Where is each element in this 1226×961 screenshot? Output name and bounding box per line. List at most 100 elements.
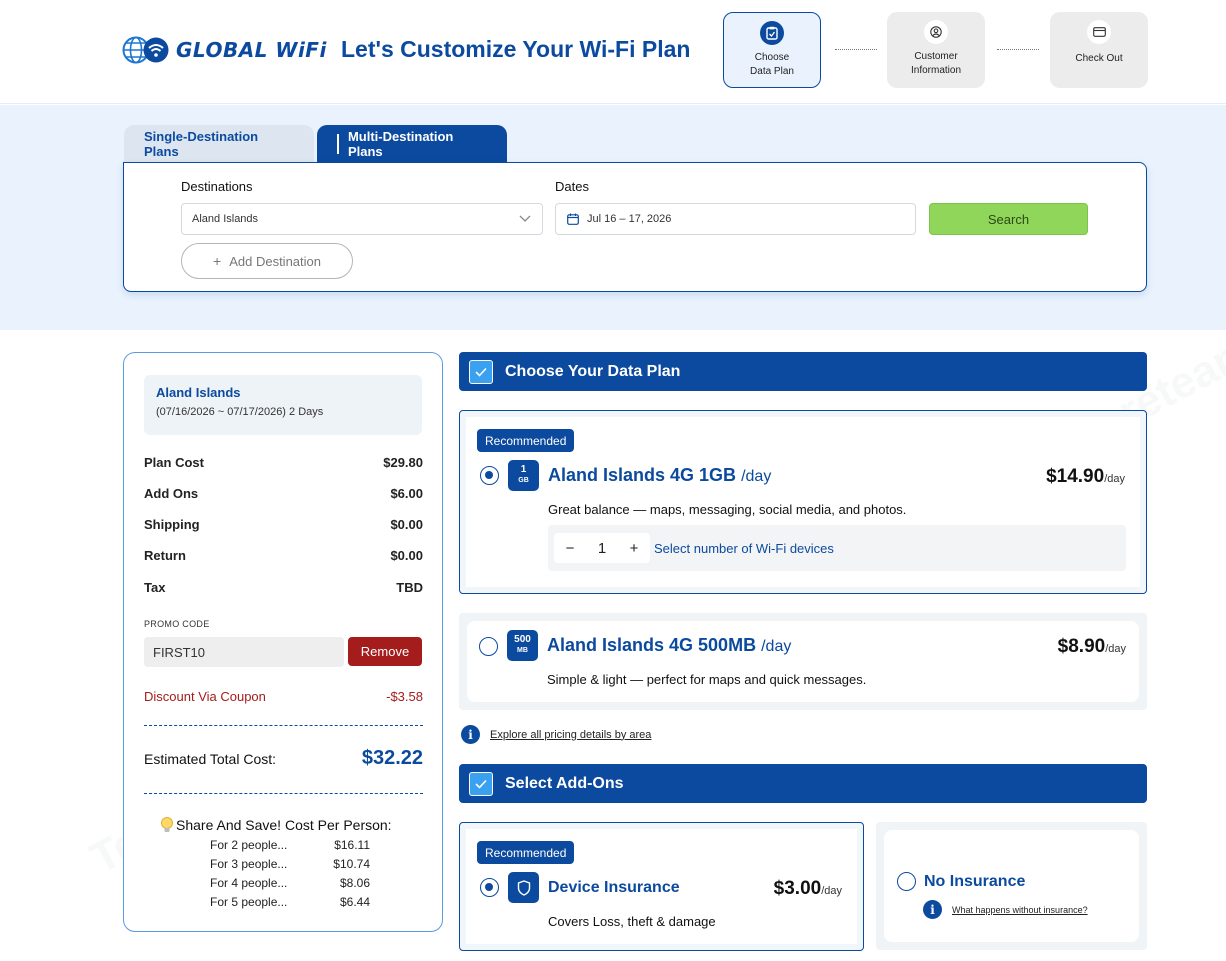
divider — [144, 793, 423, 794]
plus-icon: + — [213, 253, 222, 269]
destination-select[interactable]: Aland Islands — [181, 203, 543, 235]
tab-label: Multi-Destination Plans — [347, 128, 454, 159]
addon-radio[interactable] — [480, 878, 499, 897]
share-row-label: For 4 people... — [210, 876, 288, 890]
share-row-value: $8.06 — [339, 876, 370, 890]
plan-card-500mb[interactable]: 500 MB Aland Islands 4G 500MB /day $8.90/… — [459, 613, 1147, 710]
addon-price-value: $3.00 — [773, 878, 822, 899]
search-panel: Destinations Aland Islands Dates Jul 16 … — [123, 162, 1147, 292]
quantity-value: 1 — [597, 539, 607, 557]
summary-row-tax: Tax TBD — [144, 580, 423, 595]
addon-card-no-insurance[interactable]: No Insurance i What happens without insu… — [876, 822, 1147, 950]
share-row: For 2 people... $16.11 — [210, 838, 370, 852]
step-choose-data-plan[interactable]: Choose Data Plan — [723, 12, 821, 88]
remove-promo-button[interactable]: Remove — [348, 637, 422, 666]
date-range-value: Jul 16 – 17, 2026 — [587, 213, 672, 225]
summary-destination-header: Aland Islands (07/16/2026 ~ 07/17/2026) … — [144, 375, 422, 435]
pricing-details-text: Explore all pricing details by area — [490, 728, 652, 741]
plan-price-value: $14.90 — [1046, 466, 1105, 487]
plus-icon[interactable]: + — [618, 540, 650, 557]
addon-radio[interactable] — [897, 872, 916, 891]
summary-dates: (07/16/2026 ~ 07/17/2026) 2 Days — [156, 406, 324, 418]
addon-name: Device Insurance — [548, 879, 680, 896]
recommended-badge: Recommended — [477, 841, 575, 864]
order-summary: Aland Islands (07/16/2026 ~ 07/17/2026) … — [123, 352, 443, 932]
summary-row-label: Tax — [144, 580, 166, 595]
addon-description: Covers Loss, theft & damage — [548, 914, 716, 929]
plan-card-1gb[interactable]: Recommended 1 GB Aland Islands 4G 1GB /da… — [459, 410, 1147, 594]
minus-icon[interactable]: − — [554, 540, 586, 557]
share-row-label: For 3 people... — [210, 857, 288, 871]
share-row-value: $10.74 — [333, 857, 370, 871]
clipboard-icon — [760, 21, 784, 45]
summary-row-label: Shipping — [144, 517, 200, 532]
data-size-badge: 500 MB — [507, 630, 538, 661]
add-destination-button[interactable]: + Add Destination — [181, 243, 353, 279]
device-quantity-row: − 1 + Select number of Wi-Fi devices — [548, 525, 1126, 571]
step-connector — [835, 49, 877, 50]
total-label: Estimated Total Cost: — [144, 750, 277, 767]
addon-price: $3.00/day — [774, 878, 842, 900]
info-icon: i — [923, 900, 942, 919]
plan-radio[interactable] — [479, 637, 498, 656]
summary-row-return: Return $0.00 — [144, 548, 423, 563]
plan-name: Aland Islands 4G 1GB /day — [548, 465, 771, 486]
brand-logo[interactable]: GLOBAL WiFi — [122, 34, 327, 66]
addon-price-per: /day — [821, 885, 842, 897]
plan-per: /day — [741, 468, 772, 485]
step-label-line1: Check Out — [1075, 53, 1123, 64]
step-customer-information[interactable]: Customer Information — [887, 12, 985, 88]
card-icon — [1087, 20, 1111, 44]
share-row: For 4 people... $8.06 — [210, 876, 370, 890]
total-row: Estimated Total Cost: $32.22 — [144, 747, 423, 770]
summary-row-label: Plan Cost — [144, 455, 204, 470]
section-header-data-plan: Choose Your Data Plan — [459, 352, 1147, 391]
section-title: Select Add-Ons — [505, 774, 624, 792]
plan-price: $8.90/day — [1058, 636, 1126, 658]
search-button[interactable]: Search — [929, 203, 1088, 235]
summary-row-value: $29.80 — [383, 455, 423, 470]
discount-value: -$3.58 — [386, 689, 423, 704]
user-icon — [924, 20, 948, 44]
plan-price: $14.90/day — [1046, 466, 1125, 488]
no-insurance-info-link[interactable]: i What happens without insurance? — [923, 900, 1088, 919]
tab-single-destination[interactable]: Single-Destination Plans — [124, 125, 314, 162]
badge-number: 500 — [514, 634, 531, 645]
summary-row-label: Add Ons — [144, 486, 199, 501]
addon-name: No Insurance — [924, 873, 1026, 890]
tab-active-indicator — [337, 133, 339, 154]
destinations-label: Destinations — [181, 179, 253, 194]
data-size-badge: 1 GB — [508, 460, 539, 491]
calendar-icon — [567, 213, 579, 225]
logo-text: GLOBAL WiFi — [176, 38, 327, 62]
share-save-title: Share And Save! Cost Per Person: — [176, 817, 392, 833]
promo-code-label: PROMO CODE — [144, 619, 210, 629]
share-row-label: For 5 people... — [210, 895, 288, 909]
add-destination-label: Add Destination — [229, 253, 321, 269]
step-check-out[interactable]: Check Out — [1050, 12, 1148, 88]
page-title: Let's Customize Your Wi-Fi Plan — [341, 36, 691, 62]
plan-radio[interactable] — [480, 466, 499, 485]
globe-wifi-icon — [122, 36, 169, 64]
quantity-note: Select number of Wi-Fi devices — [654, 540, 834, 556]
quantity-stepper[interactable]: − 1 + — [554, 533, 650, 563]
plan-price-per: /day — [1104, 473, 1125, 485]
plan-name: Aland Islands 4G 500MB /day — [547, 635, 791, 656]
lightbulb-icon — [161, 817, 173, 832]
promo-code-input[interactable]: FIRST10 — [144, 637, 344, 667]
date-range-field[interactable]: Jul 16 – 17, 2026 — [555, 203, 916, 235]
destination-value: Aland Islands — [192, 213, 259, 225]
pricing-details-link[interactable]: i Explore all pricing details by area — [461, 725, 651, 744]
summary-row-value: $0.00 — [390, 548, 423, 563]
site-header: GLOBAL WiFi Let's Customize Your Wi-Fi P… — [0, 0, 1226, 104]
tab-multi-destination[interactable]: Multi-Destination Plans — [317, 125, 507, 162]
addon-card-device-insurance[interactable]: Recommended Device Insurance $3.00/day C… — [459, 822, 864, 951]
step-label-line1: Choose — [754, 52, 790, 63]
summary-row-value: TBD — [396, 580, 423, 595]
total-value: $32.22 — [361, 747, 423, 769]
plan-name-text: Aland Islands 4G 500MB — [547, 635, 757, 655]
shield-icon — [508, 872, 539, 903]
no-insurance-link-text: What happens without insurance? — [952, 904, 1088, 915]
check-icon — [469, 359, 493, 384]
plan-price-value: $8.90 — [1057, 636, 1106, 657]
